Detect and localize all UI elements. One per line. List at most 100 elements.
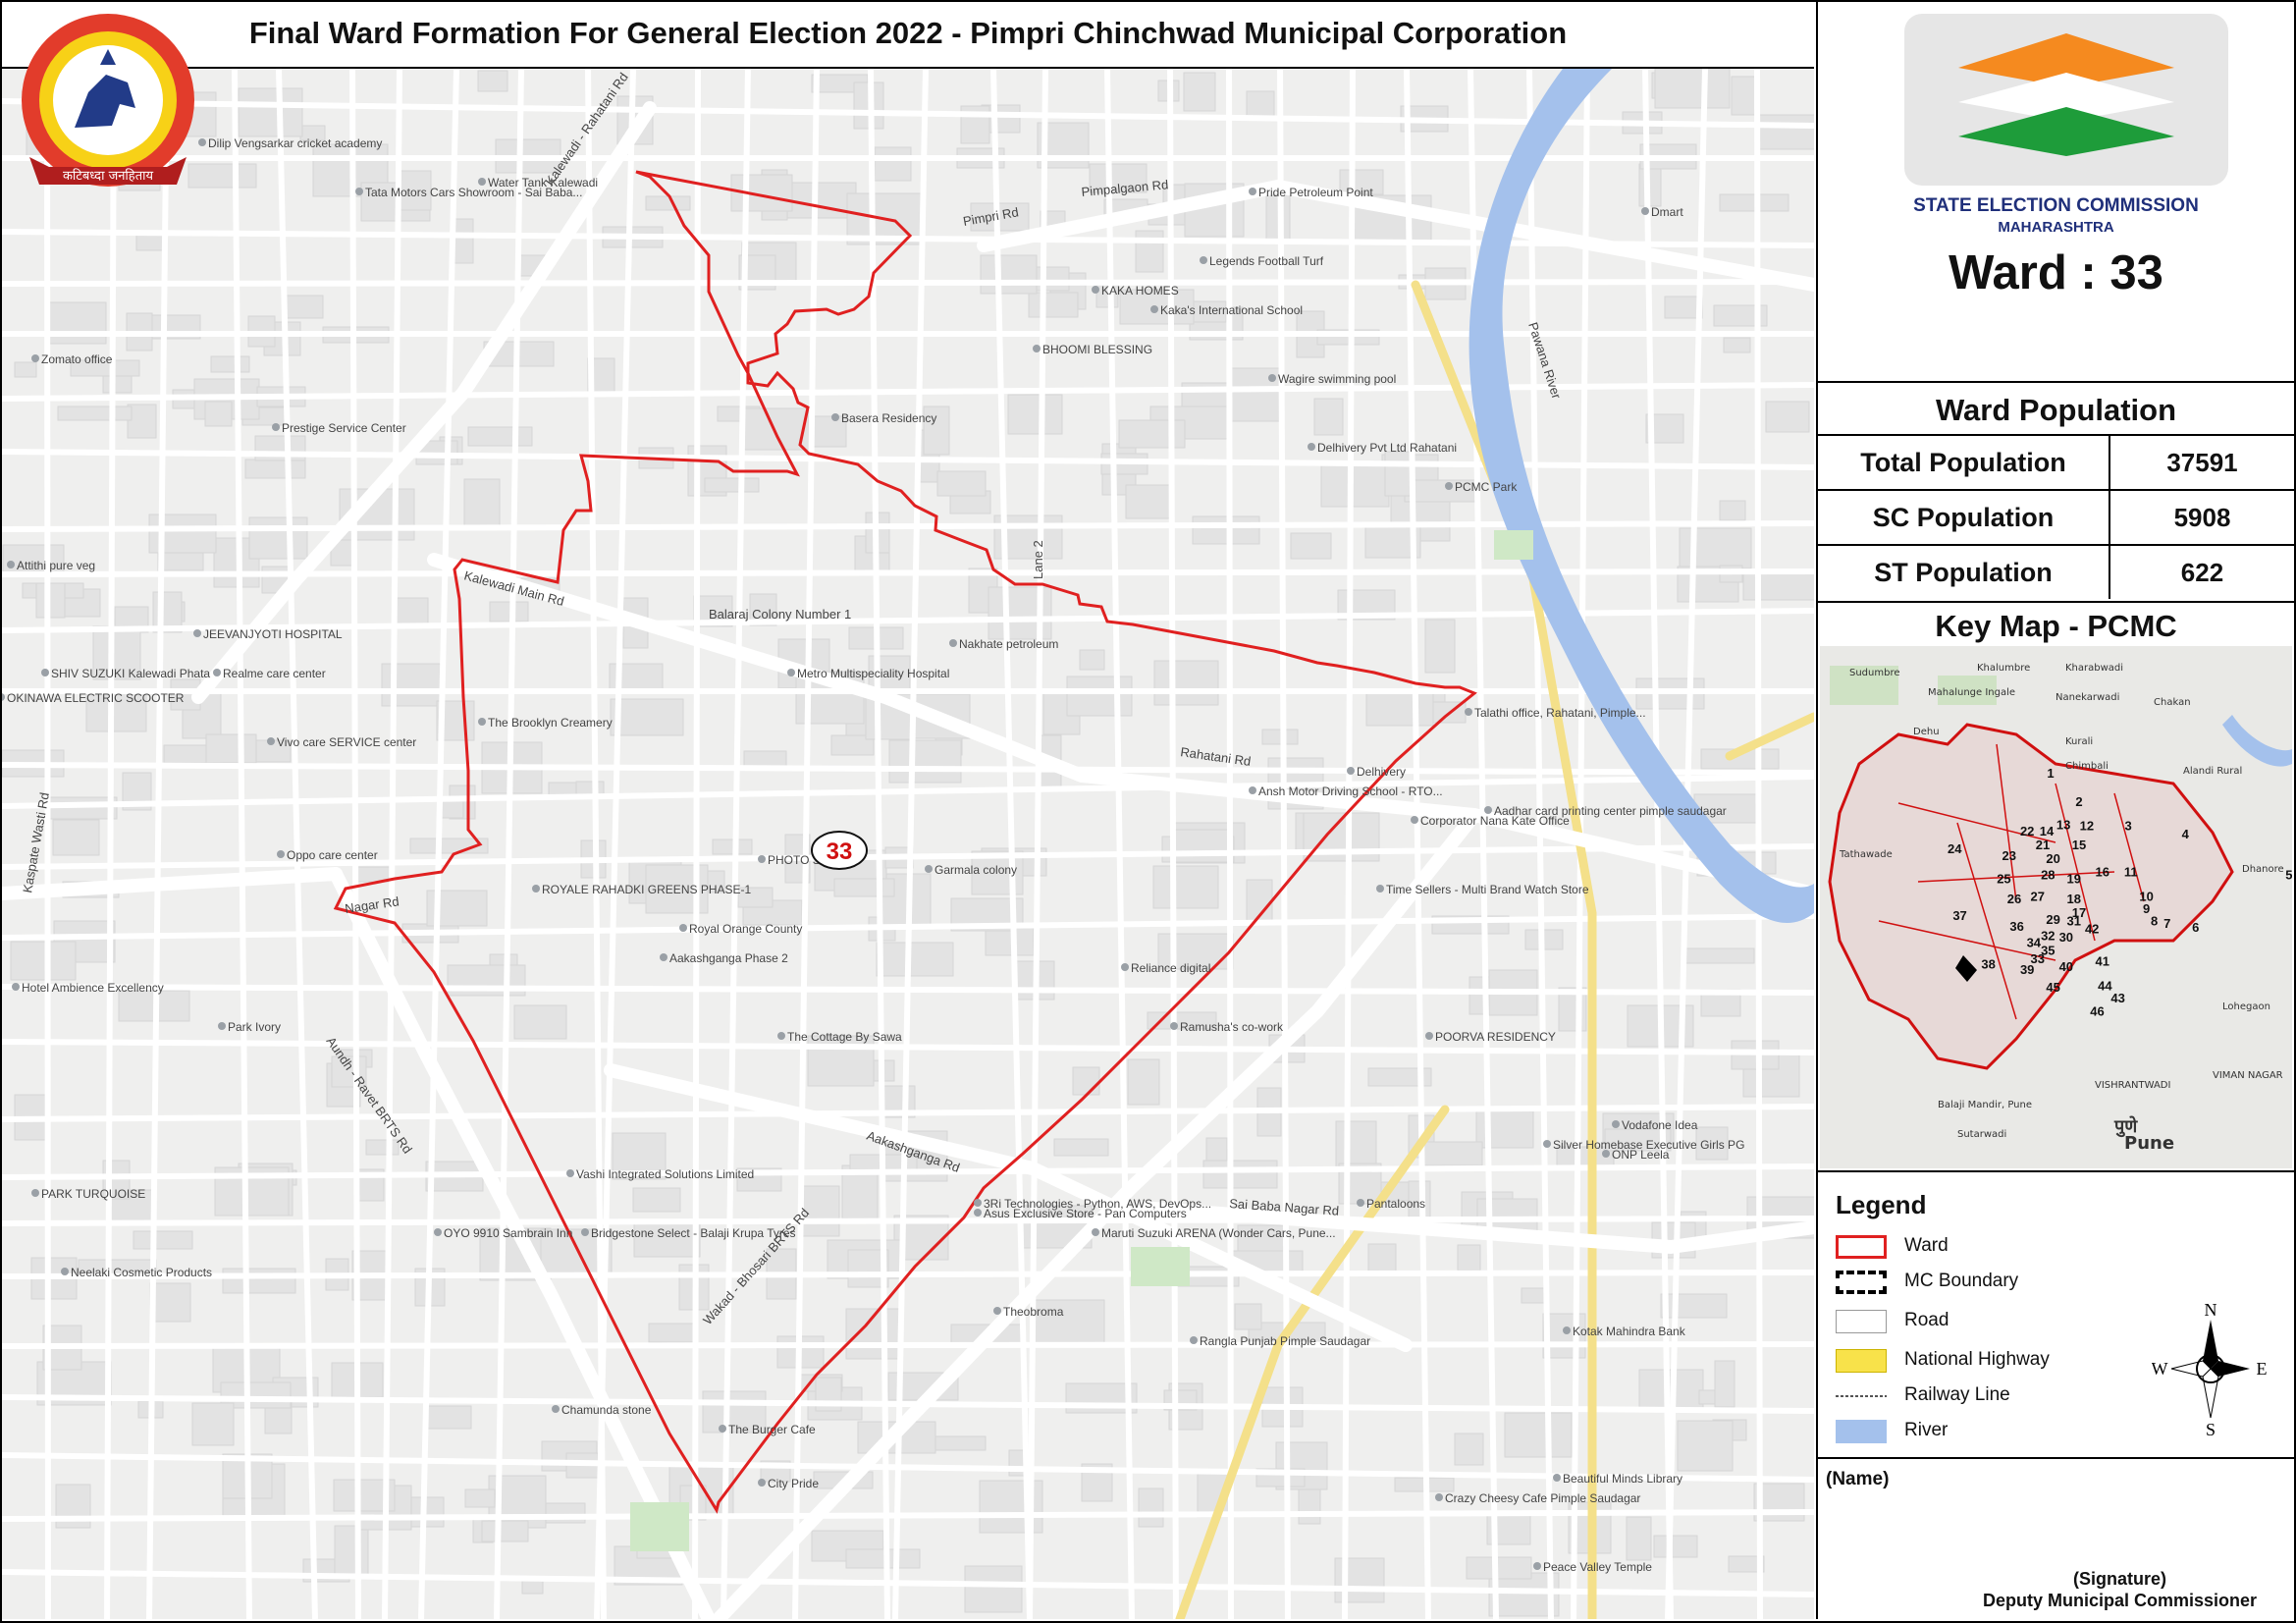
- building-block: [648, 1323, 699, 1343]
- minor-road: [1754, 69, 1763, 1619]
- place-label: Neelaki Cosmetic Products: [71, 1266, 212, 1279]
- building-block: [423, 1405, 472, 1430]
- key-map-place-label: Kharabwadi: [2065, 663, 2123, 674]
- place-label: Dmart: [1651, 205, 1683, 219]
- place-marker: [777, 1032, 785, 1040]
- minor-road: [1226, 69, 1234, 1619]
- building-block: [1422, 1141, 1483, 1166]
- key-map-ward-number: 28: [2041, 867, 2055, 882]
- key-map-ward-number: 32: [2041, 928, 2055, 943]
- side-panel: STATE ELECTION COMMISSION MAHARASHTRA Wa…: [1816, 2, 2294, 1619]
- key-map-ward-number: 18: [2066, 892, 2080, 906]
- total-population-row: Total Population 37591: [1818, 434, 2294, 489]
- signature-title: Deputy Municipal Commissioner: [1983, 1591, 2258, 1610]
- place-marker: [787, 669, 795, 676]
- place-marker: [566, 1169, 574, 1177]
- commission-name: STATE ELECTION COMMISSION: [1913, 195, 2199, 216]
- place-label: Kotak Mahindra Bank: [1573, 1325, 1686, 1338]
- building-block: [1127, 1058, 1160, 1106]
- place-label: Delhivery: [1357, 765, 1406, 779]
- place-label: Theobroma: [1003, 1305, 1064, 1319]
- place-label: Delhivery Pvt Ltd Rahatani: [1317, 441, 1457, 455]
- building-block: [248, 516, 308, 560]
- place-marker: [925, 865, 933, 873]
- ward-population-box: Ward Population Total Population 37591 S…: [1818, 383, 2294, 603]
- place-label: The Cottage By Sawa: [787, 1030, 902, 1044]
- building-block: [1424, 619, 1456, 674]
- place-label: Dilip Vengsarkar cricket academy: [208, 136, 382, 150]
- building-block: [888, 739, 962, 784]
- place-label: Bridgestone Select - Balaji Krupa Tyres: [591, 1226, 796, 1240]
- place-marker: [1553, 1474, 1561, 1482]
- building-block: [876, 942, 954, 977]
- building-block: [149, 1282, 191, 1323]
- building-block: [1365, 689, 1434, 727]
- building-block: [489, 601, 529, 622]
- place-label: Tata Motors Cars Showroom - Sai Baba...: [365, 186, 582, 199]
- place-label: Pantaloons: [1366, 1197, 1425, 1211]
- building-block: [1072, 1066, 1100, 1096]
- building-block: [1135, 230, 1164, 273]
- place-marker: [1347, 767, 1355, 775]
- key-map-canvas[interactable]: 1234567891011121314151617181920212223242…: [1820, 646, 2292, 1168]
- place-label: Talathi office, Rahatani, Pimple...: [1474, 706, 1646, 720]
- map-title: Final Ward Formation For General Electio…: [248, 16, 1568, 50]
- name-field: (Name): [1826, 1469, 1890, 1489]
- building-block: [1654, 69, 1731, 109]
- key-map-ward-number: 37: [1952, 908, 1966, 923]
- seal-motto: कटिबध्दा जनहिताय: [63, 168, 154, 184]
- key-map-ward-number: 38: [1981, 956, 1995, 971]
- place-label: City Pride: [768, 1477, 819, 1490]
- place-marker: [1612, 1120, 1620, 1128]
- building-block: [1202, 1160, 1278, 1189]
- building-block: [610, 698, 684, 736]
- key-map-ward-number: 41: [2096, 954, 2109, 969]
- compass-west: W: [2152, 1359, 2168, 1379]
- place-marker: [1190, 1336, 1198, 1344]
- building-block: [57, 406, 133, 421]
- st-population-label: ST Population: [1818, 546, 2110, 599]
- building-block: [1466, 1556, 1532, 1580]
- place-label: OYO 9910 Sambrain Inn: [444, 1226, 572, 1240]
- place-label: PARK TURQUOISE: [41, 1187, 145, 1201]
- key-map-ward-number: 40: [2059, 959, 2073, 974]
- place-marker: [41, 669, 49, 676]
- legend-heading: Legend: [1836, 1190, 1927, 1219]
- place-label: Time Sellers - Multi Brand Watch Store: [1386, 883, 1589, 896]
- place-marker: [272, 423, 280, 431]
- place-label: Chamunda stone: [561, 1403, 652, 1417]
- key-map-ward-number: 26: [2007, 892, 2021, 906]
- place-marker: [1543, 1140, 1551, 1148]
- place-marker: [1249, 188, 1256, 195]
- place-marker: [213, 669, 221, 676]
- building-block: [1714, 1360, 1735, 1408]
- road-label: Balaraj Colony Number 1: [709, 607, 851, 622]
- key-map-place-label: Sudumbre: [1849, 668, 1900, 678]
- place-marker: [660, 953, 667, 961]
- place-marker: [7, 561, 15, 568]
- building-block: [467, 426, 533, 447]
- key-map-ward-number: 20: [2046, 851, 2059, 866]
- building-block: [1066, 676, 1133, 717]
- building-block: [205, 733, 257, 764]
- building-block: [439, 798, 464, 819]
- building-block: [1290, 532, 1332, 560]
- legend-box: Legend Ward MC Boundary Road National Hi…: [1818, 1172, 2294, 1459]
- place-label: Vodafone Idea: [1622, 1118, 1698, 1132]
- key-map-ward-number: 5: [2285, 867, 2292, 882]
- building-block: [1246, 90, 1275, 119]
- place-marker: [193, 629, 201, 637]
- ward-map[interactable]: Kalewadi - Rahatani Rd Kalewadi Main Rd Au…: [2, 69, 1814, 1619]
- key-map-place-label: Sutarwadi: [1957, 1129, 2006, 1140]
- key-map-place-label: Pune: [2124, 1133, 2174, 1154]
- place-label: Crazy Cheesy Cafe Pimple Saudagar: [1445, 1491, 1640, 1505]
- place-label: Legends Football Turf: [1209, 254, 1324, 268]
- place-marker: [974, 1199, 982, 1207]
- map-canvas[interactable]: Kalewadi - Rahatani RdKalewadi Main RdAu…: [2, 69, 1814, 1619]
- place-label: Peace Valley Temple: [1543, 1560, 1652, 1574]
- place-label: Nakhate petroleum: [959, 637, 1058, 651]
- place-marker: [1121, 963, 1129, 971]
- key-map-place-label: Mahalunge Ingale: [1928, 687, 2015, 698]
- building-block: [1335, 1120, 1377, 1170]
- ward-population-heading: Ward Population: [1935, 393, 2177, 427]
